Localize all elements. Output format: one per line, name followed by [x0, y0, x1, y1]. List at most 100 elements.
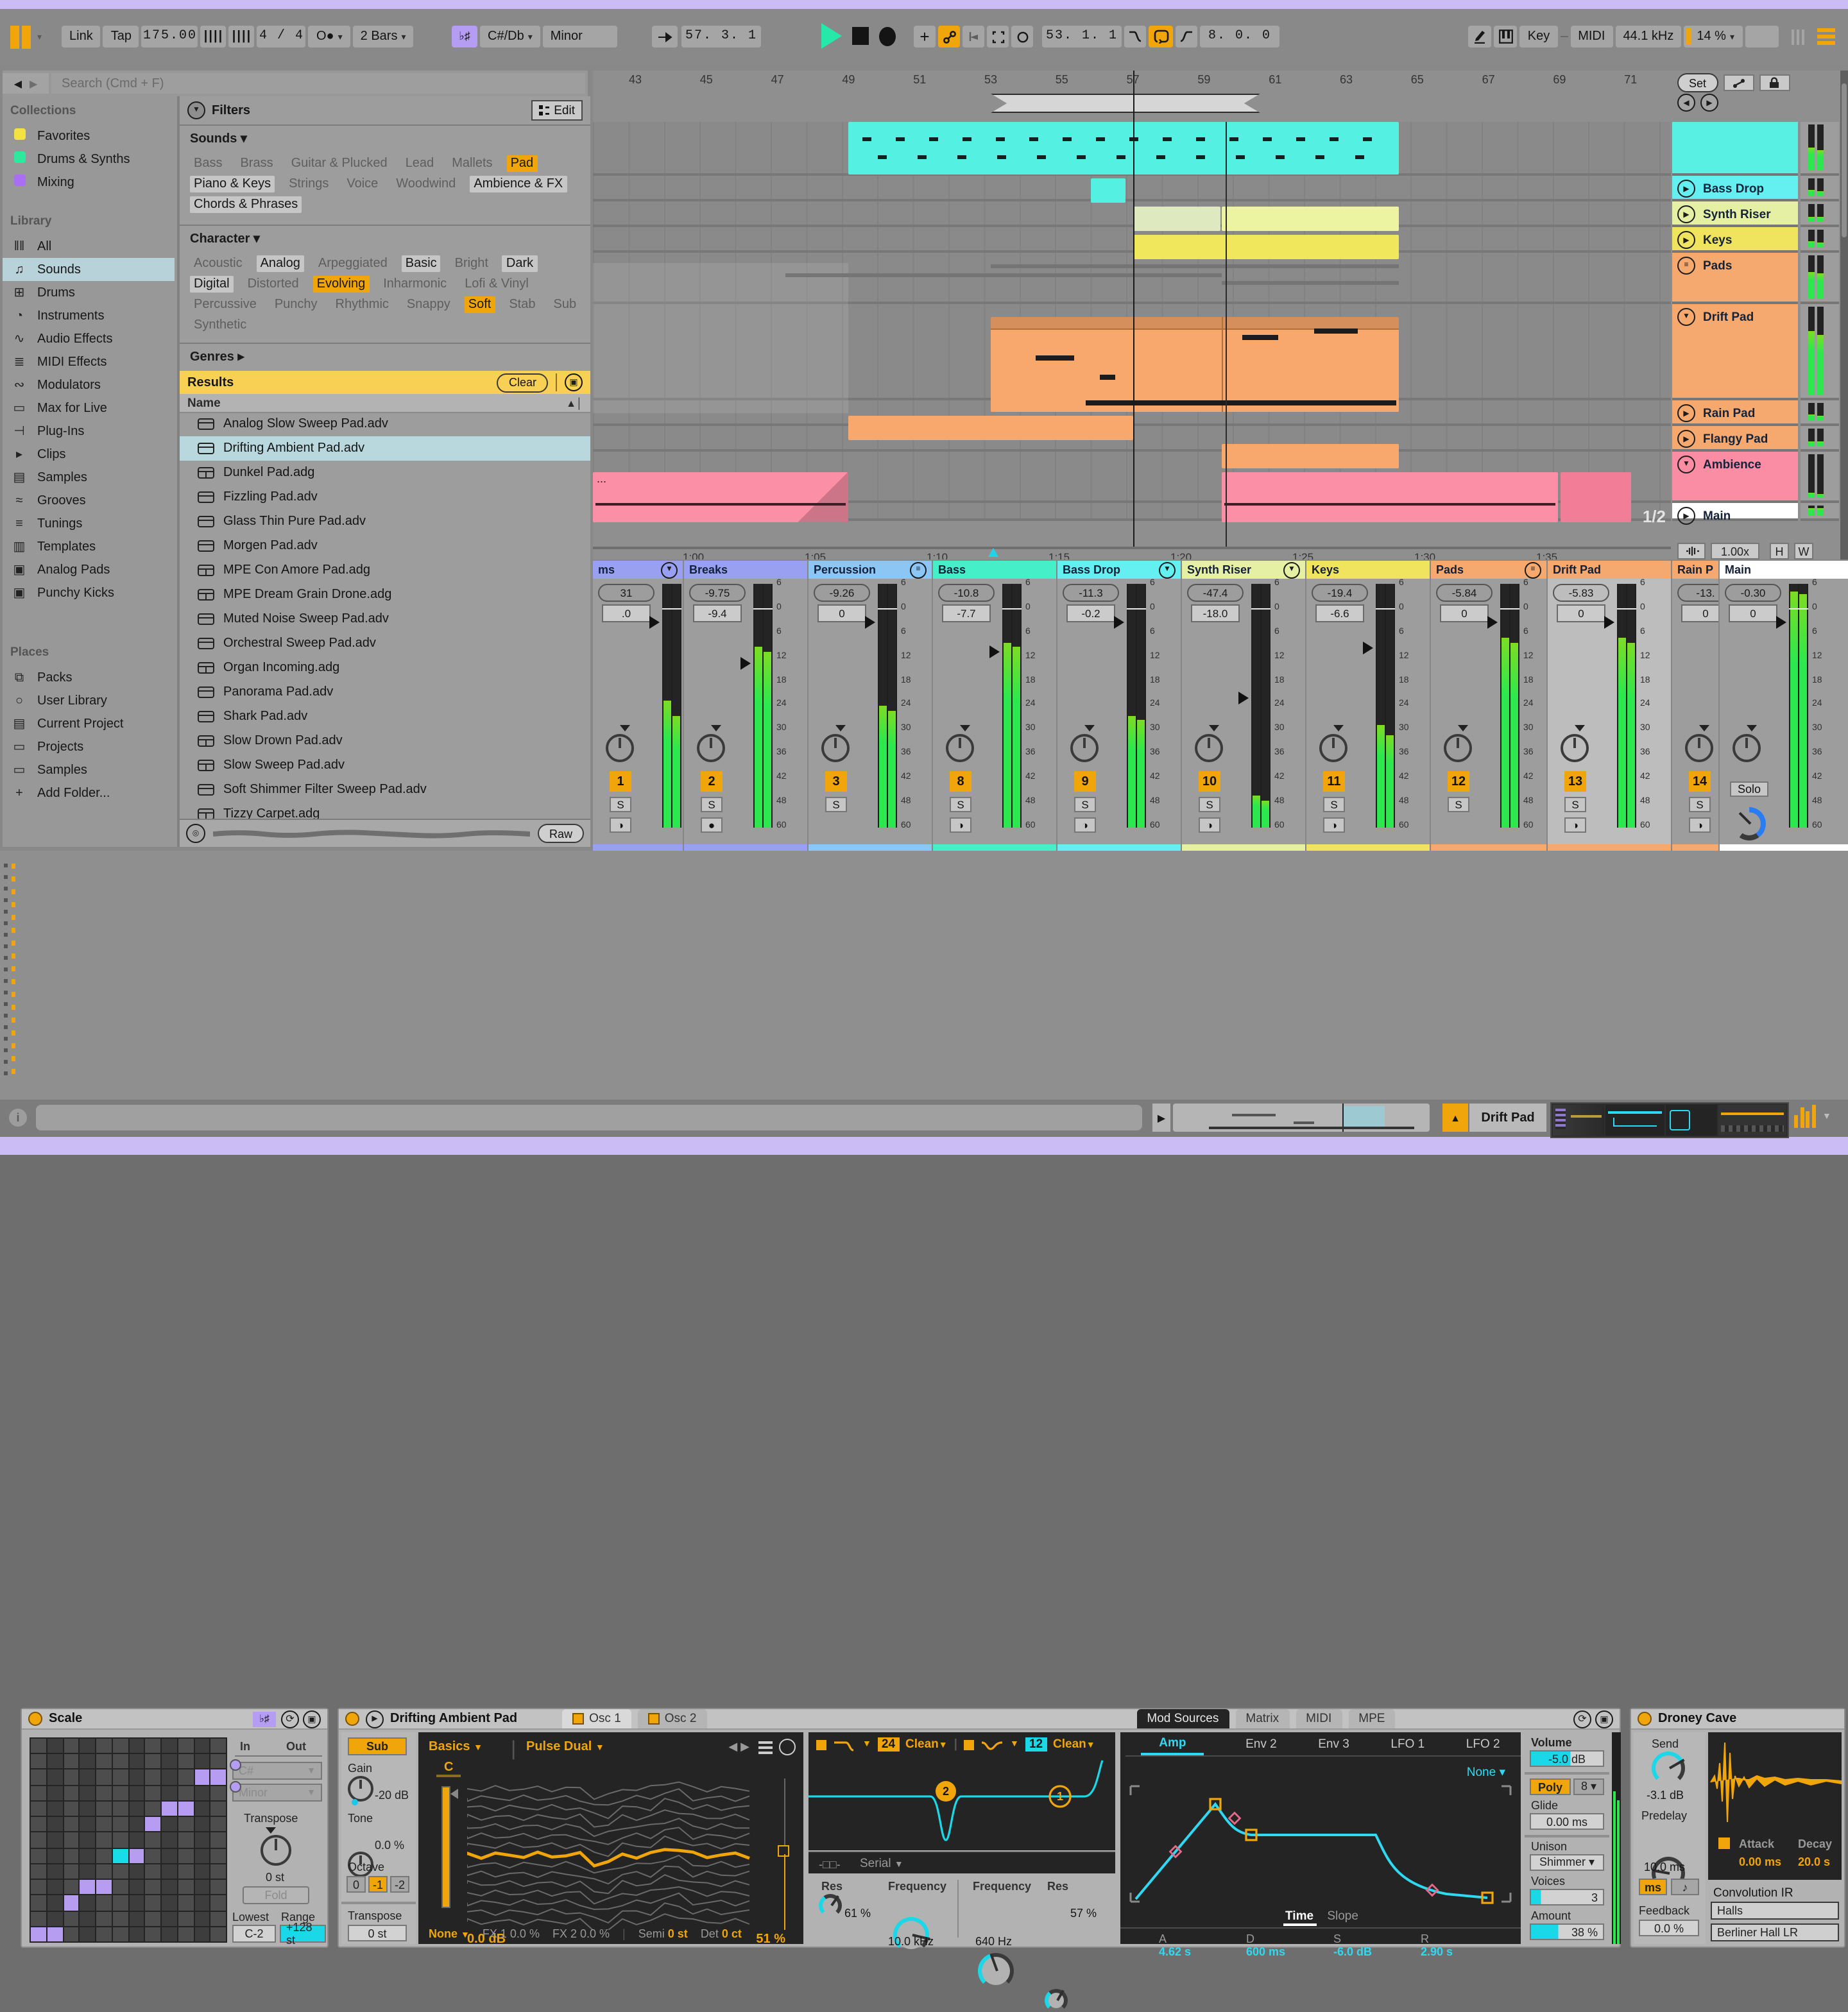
track-header[interactable]: ▶ ▼ ≡ — [1672, 122, 1798, 176]
scale-grid-cell[interactable] — [96, 1801, 112, 1816]
show-device-chain-icon[interactable]: ▲ — [1442, 1104, 1468, 1132]
track-header[interactable]: ▶ ▼ ≡ Keys — [1672, 227, 1798, 253]
filter-tag[interactable]: Woodwind — [392, 175, 459, 192]
channel-name[interactable]: Breaks — [689, 563, 728, 576]
scale-grid-cell[interactable] — [210, 1801, 226, 1816]
collection-item[interactable]: Favorites — [3, 124, 175, 148]
result-item[interactable]: Slow Sweep Pad.adv — [180, 753, 590, 778]
scale-grid-cell[interactable] — [129, 1786, 144, 1800]
volume-field[interactable]: 0 — [817, 604, 866, 622]
volume-fader-handle[interactable] — [989, 645, 1000, 658]
result-item[interactable]: Morgen Pad.adv — [180, 534, 590, 558]
filter-tag[interactable]: Voice — [343, 175, 382, 192]
scale-grid-cell[interactable] — [31, 1801, 46, 1816]
track-number-button[interactable]: 14 — [1689, 771, 1711, 792]
clip-title-bar[interactable] — [991, 317, 1399, 330]
prev-marker-icon[interactable]: ◀ — [1677, 94, 1695, 112]
sub-button[interactable]: Sub — [348, 1737, 407, 1755]
scale-grid-cell[interactable] — [112, 1817, 128, 1832]
track-number-button[interactable]: 11 — [1323, 771, 1345, 792]
preferences-menu-icon[interactable] — [1817, 28, 1835, 45]
info-icon[interactable]: i — [9, 1109, 27, 1127]
arrangement-position-field[interactable]: 57. 3. 1 — [681, 26, 761, 47]
hot-swap-icon[interactable]: ⟳ — [281, 1710, 299, 1728]
filter2-toggle[interactable] — [964, 1739, 974, 1750]
tab-amp[interactable]: Amp — [1141, 1733, 1204, 1755]
volume-fader-handle[interactable] — [1487, 615, 1498, 629]
peak-level[interactable]: -9.75 — [689, 584, 746, 602]
scale-grid-cell[interactable] — [129, 1895, 144, 1911]
wavetable-menu[interactable]: Pulse Dual ▼ — [526, 1740, 604, 1754]
scale-grid-cell[interactable] — [210, 1832, 226, 1848]
tempo-field[interactable]: 175.00 — [141, 26, 198, 47]
filter-tag[interactable]: Digital — [190, 275, 234, 292]
volume-fader-handle[interactable] — [1238, 691, 1249, 704]
scale-grid-cell[interactable] — [112, 1832, 128, 1848]
cpu-meter[interactable]: 14 % ▾ — [1684, 26, 1742, 47]
ir-envelope-toggle[interactable] — [1718, 1837, 1730, 1849]
scale-grid-cell[interactable] — [64, 1911, 79, 1926]
volume-field[interactable]: 0 — [1729, 604, 1777, 622]
transpose-value[interactable]: 0 st — [266, 1871, 284, 1884]
scale-grid-cell[interactable] — [31, 1880, 46, 1895]
scale-grid-cell[interactable] — [145, 1832, 160, 1848]
scale-grid-cell[interactable] — [47, 1927, 62, 1941]
scale-grid-cell[interactable] — [178, 1895, 193, 1911]
track-lane[interactable] — [593, 201, 1671, 227]
new-icon[interactable]: + — [914, 26, 936, 47]
scale-grid-cell[interactable] — [129, 1754, 144, 1769]
scale-grid-cell[interactable] — [96, 1911, 112, 1926]
filter-tag[interactable]: Strings — [285, 175, 332, 192]
scale-grid-cell[interactable] — [64, 1832, 79, 1848]
key-map-button[interactable]: Key — [1519, 26, 1558, 47]
decay-value[interactable]: 600 ms — [1246, 1945, 1333, 1958]
wt-position-value[interactable]: 51 % — [756, 1932, 785, 1947]
scale-grid-cell[interactable] — [47, 1848, 62, 1863]
scale-grid-cell[interactable] — [194, 1754, 210, 1769]
solo-button[interactable]: S — [1448, 797, 1469, 812]
scale-grid-cell[interactable] — [194, 1786, 210, 1800]
arm-button[interactable]: ◑ — [1199, 817, 1220, 833]
filter-tag[interactable]: Rhythmic — [332, 296, 393, 312]
quantize-menu[interactable]: 2 Bars ▾ — [352, 26, 414, 47]
scale-grid-cell[interactable] — [96, 1754, 112, 1769]
scale-grid-cell[interactable] — [80, 1895, 95, 1911]
filter-tag[interactable]: Dark — [502, 255, 538, 271]
output-meter-icon[interactable] — [1794, 1105, 1815, 1128]
volume-field[interactable]: -5.0 dB — [1530, 1750, 1604, 1767]
peak-level[interactable]: -47.4 — [1187, 584, 1244, 602]
volume-field[interactable]: 0 — [1681, 604, 1718, 622]
result-item[interactable]: Slow Drown Pad.adv — [180, 729, 590, 753]
track-header[interactable]: ▶ ▼ ≡ Bass Drop — [1672, 176, 1798, 201]
tab-midi[interactable]: MIDI — [1296, 1709, 1342, 1728]
save-preset-icon[interactable]: ▣ — [1595, 1710, 1613, 1728]
scale-grid-cell[interactable] — [129, 1769, 144, 1785]
filter-tag[interactable]: Evolving — [312, 275, 370, 292]
volume-fader-handle[interactable] — [1604, 615, 1614, 629]
peak-level[interactable]: -13. — [1677, 584, 1718, 602]
scale-grid-cell[interactable] — [31, 1754, 46, 1769]
lowpass-icon[interactable] — [833, 1738, 856, 1751]
result-item[interactable]: Shark Pad.adv — [180, 704, 590, 729]
scale-grid-cell[interactable] — [80, 1801, 95, 1816]
channel-name[interactable]: Main — [1725, 563, 1751, 576]
scale-grid-cell[interactable] — [145, 1864, 160, 1879]
loop-brace[interactable] — [991, 94, 1260, 113]
scale-grid-cell[interactable] — [80, 1739, 95, 1753]
scale-grid-cell[interactable] — [64, 1880, 79, 1895]
scale-grid-cell[interactable] — [129, 1848, 144, 1863]
vertical-scrollbar[interactable] — [1840, 71, 1848, 559]
places-item[interactable]: ▤ Current Project — [3, 712, 175, 735]
track-header[interactable]: ▶ ▼ ≡ Pads — [1672, 253, 1798, 304]
root-note-menu[interactable]: C#/Db ▾ — [480, 26, 540, 47]
mixer-channel[interactable]: Rain P ▼ ≡ -13. 0 6061218243036424860 14 — [1672, 561, 1718, 851]
scale-grid-cell[interactable] — [64, 1895, 79, 1911]
scale-name-menu[interactable]: Minor — [542, 26, 617, 47]
scale-grid-cell[interactable] — [178, 1848, 193, 1863]
track-fold-icon[interactable]: ▶ — [1677, 430, 1695, 448]
volume-field[interactable]: 0 — [1557, 604, 1605, 622]
track-header[interactable]: ▶ ▼ ≡ Flangy Pad — [1672, 426, 1798, 452]
track-name[interactable]: Ambience — [1703, 457, 1761, 472]
browser-back-icon[interactable]: ◀ — [14, 78, 22, 89]
scale-grid-cell[interactable] — [31, 1817, 46, 1832]
